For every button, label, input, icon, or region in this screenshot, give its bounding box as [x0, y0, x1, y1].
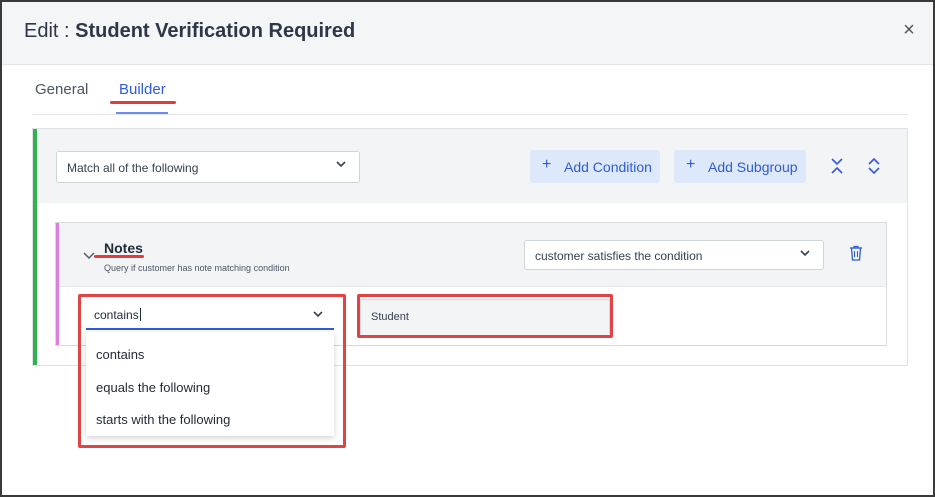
- title-prefix: Edit :: [24, 20, 70, 42]
- rule-header: Notes Query if customer has note matchin…: [59, 223, 886, 287]
- operator-input-value: contains: [94, 308, 141, 322]
- expand-all-icon[interactable]: [866, 157, 882, 175]
- chevron-down-icon: [313, 311, 323, 318]
- group-toolbar: Match all of the following + Add Conditi…: [37, 129, 907, 203]
- annotation-underline-builder: [110, 101, 176, 104]
- modal-frame: Edit : Student Verification Required × G…: [0, 0, 935, 497]
- collapse-all-icon[interactable]: [829, 157, 845, 175]
- operator-dropdown: contains equals the following starts wit…: [86, 332, 334, 436]
- close-icon[interactable]: ×: [899, 20, 919, 40]
- plus-icon: +: [542, 156, 552, 173]
- rule-subtitle: Query if customer has note matching cond…: [104, 263, 290, 273]
- dropdown-option-equals[interactable]: equals the following: [86, 372, 334, 402]
- annotation-underline-notes: [94, 255, 144, 258]
- plus-icon: +: [686, 156, 696, 173]
- condition-select[interactable]: customer satisfies the condition: [524, 240, 824, 270]
- add-condition-label: Add Condition: [564, 159, 652, 175]
- builder-group: Match all of the following + Add Conditi…: [32, 128, 908, 366]
- active-tab-indicator: [116, 112, 168, 114]
- trash-icon[interactable]: [849, 245, 863, 261]
- rule-title: Notes: [104, 240, 143, 256]
- add-condition-button[interactable]: + Add Condition: [530, 150, 660, 183]
- match-select[interactable]: Match all of the following: [56, 151, 360, 183]
- dropdown-option-contains[interactable]: contains: [86, 339, 334, 369]
- dropdown-option-starts-with[interactable]: starts with the following: [86, 404, 334, 434]
- operator-input[interactable]: contains: [86, 302, 334, 330]
- add-subgroup-label: Add Subgroup: [708, 159, 798, 175]
- match-select-value: Match all of the following: [67, 161, 199, 175]
- modal-header: Edit : Student Verification Required ×: [2, 2, 933, 65]
- tab-builder[interactable]: Builder: [119, 81, 166, 98]
- modal-title: Edit : Student Verification Required: [24, 20, 355, 43]
- condition-select-value: customer satisfies the condition: [535, 249, 703, 263]
- tab-general[interactable]: General: [35, 81, 88, 98]
- value-input[interactable]: Student: [360, 299, 610, 337]
- chevron-down-icon: [800, 250, 810, 257]
- chevron-down-icon: [336, 161, 346, 168]
- rule-notes: Notes Query if customer has note matchin…: [55, 222, 887, 346]
- title-name: Student Verification Required: [75, 20, 356, 42]
- tab-bar: General Builder: [32, 78, 908, 115]
- value-input-text: Student: [371, 311, 409, 323]
- add-subgroup-button[interactable]: + Add Subgroup: [674, 150, 806, 183]
